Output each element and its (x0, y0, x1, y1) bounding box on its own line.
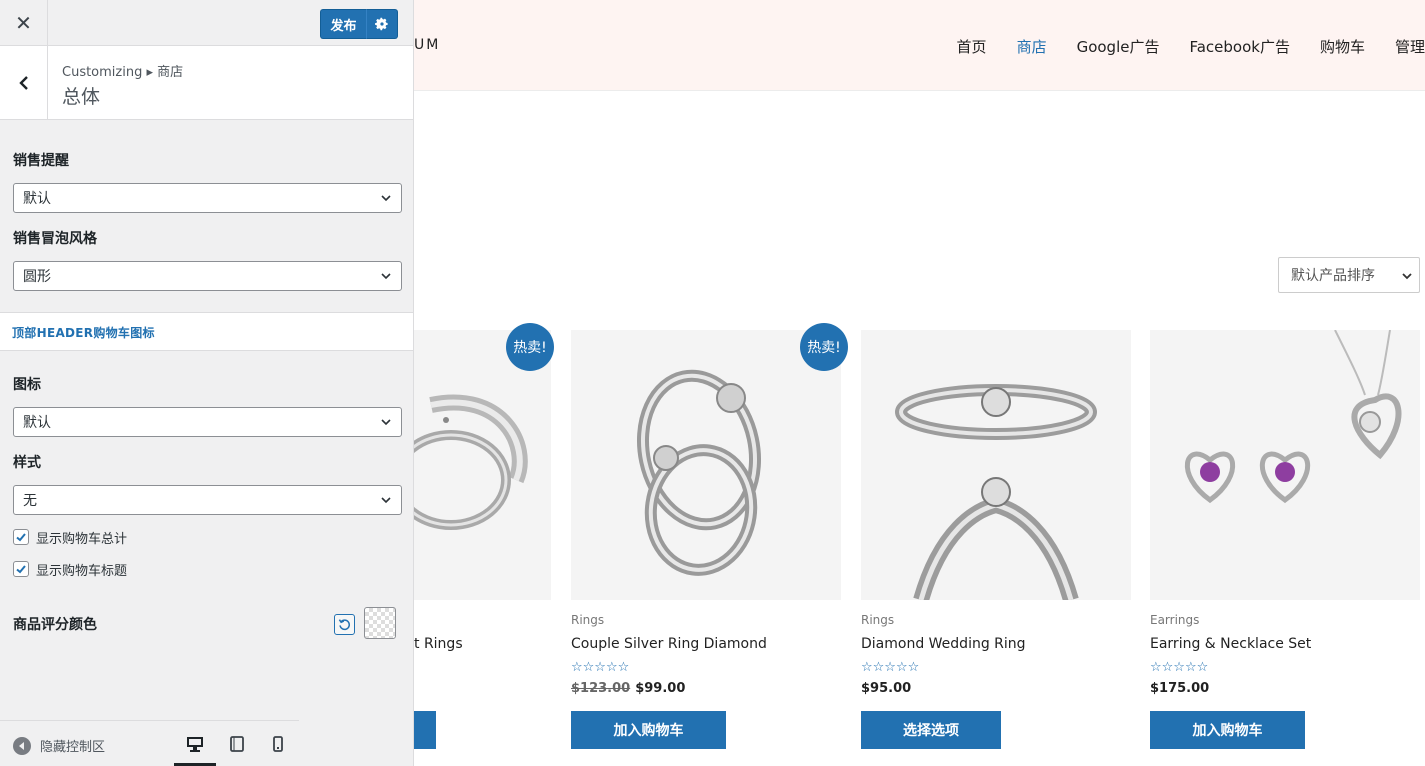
show-cart-total-checkbox[interactable] (13, 529, 29, 545)
sale-price: $99.00 (635, 681, 686, 696)
checkmark-icon (16, 565, 26, 574)
show-cart-total-label: 显示购物车总计 (36, 531, 128, 547)
site-header: UM 首页 商店 Google广告 Facebook广告 购物车 管理 (414, 0, 1425, 91)
chevron-down-icon (1402, 273, 1412, 280)
rating-color-label: 商品评分颜色 (13, 617, 97, 633)
show-cart-total-row: 显示购物车总计 (13, 528, 128, 547)
nav-item-shop[interactable]: 商店 (1017, 36, 1047, 57)
add-to-cart-button[interactable]: 加入购物车 (571, 711, 726, 749)
icon-select[interactable]: 默认 (13, 407, 402, 437)
show-cart-title-checkbox[interactable] (13, 561, 29, 577)
sale-notice-value: 默认 (23, 191, 51, 207)
publish-group: 发布 (320, 9, 398, 39)
section-title: 总体 (62, 86, 101, 108)
main-nav: 首页 商店 Google广告 Facebook广告 购物车 管理 (927, 36, 1425, 57)
undo-icon (338, 619, 351, 631)
mobile-icon (273, 736, 283, 752)
add-to-cart-button[interactable]: 加入购物车 (1150, 711, 1305, 749)
chevron-down-icon (381, 419, 391, 426)
cart-icon-section-title: 顶部HEADER购物车图标 (12, 326, 155, 340)
chevron-down-icon (381, 195, 391, 202)
product-category[interactable]: Earrings (1150, 613, 1199, 627)
section-header: Customizing ▸ 商店 总体 (0, 46, 413, 120)
nav-item-admin[interactable]: 管理 (1395, 36, 1425, 57)
product-price: $123.00 $99.00 (571, 681, 685, 696)
desktop-preview-button[interactable] (185, 734, 205, 754)
original-price: $123.00 (571, 681, 631, 696)
customizer-sidebar: ✕ 发布 Customizing ▸ 商店 总体 销售提醒 默认 销售冒泡风格 (0, 0, 414, 766)
desktop-icon (187, 737, 203, 752)
select-options-button[interactable]: 选择选项 (861, 711, 1001, 749)
sale-bubble-label: 销售冒泡风格 (13, 231, 97, 247)
nav-item-cart[interactable]: 购物车 (1320, 36, 1365, 57)
star-rating: ☆☆☆☆☆ (861, 660, 920, 675)
style-select-value: 无 (23, 493, 37, 509)
nav-item-home[interactable]: 首页 (957, 36, 987, 57)
product-image[interactable] (1150, 330, 1420, 600)
nav-item-google-ads[interactable]: Google广告 (1077, 36, 1160, 57)
breadcrumb: Customizing ▸ 商店 (62, 65, 184, 80)
product-price: $175.00 (1150, 681, 1210, 696)
nav-item-facebook-ads[interactable]: Facebook广告 (1189, 36, 1289, 57)
product-sort-select[interactable]: 默认产品排序 (1278, 257, 1420, 293)
sale-bubble-value: 圆形 (23, 269, 51, 285)
sale-badge: 热卖! (506, 323, 554, 371)
tablet-preview-button[interactable] (227, 734, 247, 754)
rating-color-swatch[interactable] (364, 607, 396, 639)
publish-settings-button[interactable] (367, 9, 398, 39)
star-rating: ☆☆☆☆☆ (1150, 660, 1209, 675)
cart-icon-section-header: 顶部HEADER购物车图标 (0, 312, 413, 351)
site-logo-text[interactable]: UM (414, 37, 440, 53)
style-select[interactable]: 无 (13, 485, 402, 515)
checkmark-icon (16, 533, 26, 542)
site-preview: UM 首页 商店 Google广告 Facebook广告 购物车 管理 默认产品… (414, 0, 1425, 766)
product-category[interactable]: Rings (571, 613, 604, 627)
product-image[interactable] (861, 330, 1131, 600)
ring-image (895, 384, 1097, 600)
style-label: 样式 (13, 455, 41, 471)
close-icon: ✕ (15, 11, 32, 35)
sort-value: 默认产品排序 (1291, 268, 1375, 284)
product-title[interactable]: Couple Silver Ring Diamond (571, 636, 767, 652)
tablet-icon (230, 736, 244, 752)
sale-bubble-select[interactable]: 圆形 (13, 261, 402, 291)
star-rating: ☆☆☆☆☆ (571, 660, 630, 675)
sale-badge: 热卖! (800, 323, 848, 371)
chevron-down-icon (381, 273, 391, 280)
jewelry-image (1184, 330, 1402, 504)
customizer-footer: 隐藏控制区 (0, 720, 299, 766)
hide-controls-button[interactable]: 隐藏控制区 (13, 736, 105, 755)
back-button[interactable] (0, 46, 48, 119)
icon-select-value: 默认 (23, 415, 51, 431)
ring-image (636, 369, 762, 576)
show-cart-title-label: 显示购物车标题 (36, 563, 128, 579)
gear-icon (375, 17, 388, 31)
icon-label: 图标 (13, 377, 41, 393)
sale-notice-label: 销售提醒 (13, 153, 69, 169)
reset-color-button[interactable] (334, 614, 355, 635)
sale-notice-select[interactable]: 默认 (13, 183, 402, 213)
publish-button[interactable]: 发布 (320, 9, 367, 39)
product-title[interactable]: Earring & Necklace Set (1150, 636, 1311, 652)
add-to-cart-button[interactable] (414, 711, 436, 749)
chevron-down-icon (381, 497, 391, 504)
mobile-preview-button[interactable] (268, 734, 288, 754)
close-customizer-button[interactable]: ✕ (0, 0, 48, 46)
product-price: $95.00 (861, 681, 912, 696)
show-cart-title-row: 显示购物车标题 (13, 560, 128, 579)
customizer-topbar: ✕ 发布 (0, 0, 413, 46)
chevron-left-icon (18, 75, 28, 90)
product-title[interactable]: Diamond Wedding Ring (861, 636, 1026, 652)
product-image[interactable] (571, 330, 841, 600)
collapse-icon (13, 736, 31, 755)
product-category[interactable]: Rings (861, 613, 894, 627)
product-title[interactable]: t Rings (414, 636, 463, 652)
hide-controls-label: 隐藏控制区 (40, 740, 106, 755)
